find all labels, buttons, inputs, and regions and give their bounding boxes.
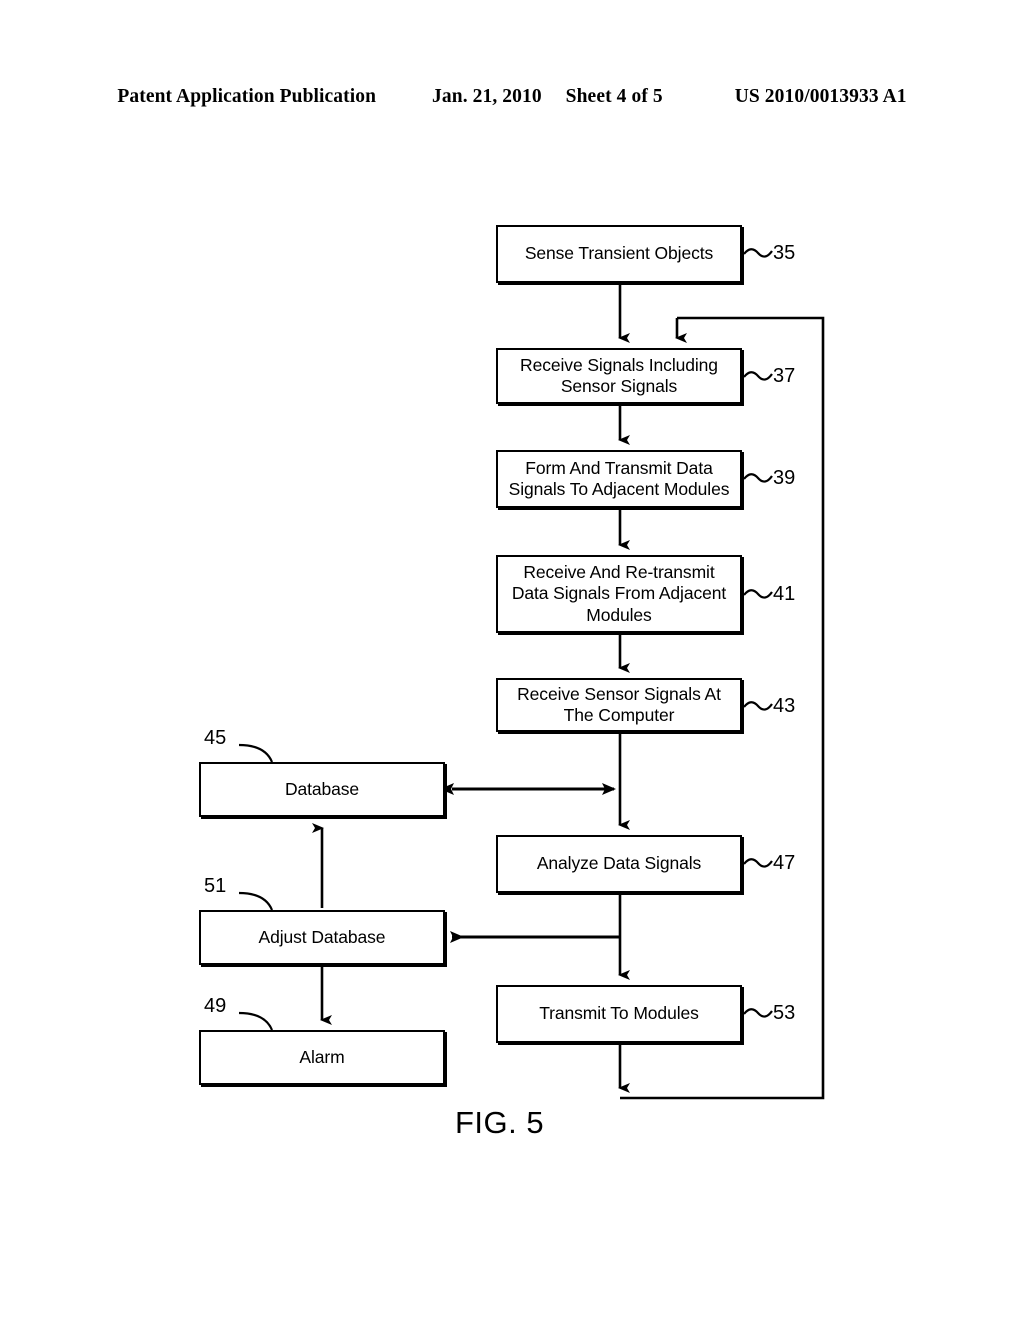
ref-numeral-35: 35 [773,242,796,264]
ref-numeral-49: 49 [204,995,227,1017]
flow-node-53-label: Transmit To Modules [539,1003,699,1024]
flow-node-35-label: Sense Transient Objects [524,243,714,264]
flow-node-41-label: Receive And Re-transmit Data Signals Fro… [511,561,727,625]
flow-node-43-label: Receive Sensor Signals At The Computer [517,683,721,725]
flow-node-35[interactable]: Sense Transient Objects [496,225,742,283]
flow-node-37[interactable]: Receive Signals Including Sensor Signals [496,348,742,404]
leader-41 [743,589,773,599]
leader-51 [238,891,274,911]
ref-numeral-37: 37 [773,365,796,387]
flow-node-47-label: Analyze Data Signals [536,853,702,874]
ref-numeral-53: 53 [773,1002,796,1024]
flow-node-37-label: Receive Signals Including Sensor Signals [520,354,718,396]
flow-node-49-label: Alarm [299,1046,345,1067]
flow-node-39[interactable]: Form And Transmit Data Signals To Adjace… [496,450,742,508]
ref-numeral-43: 43 [773,695,796,717]
flow-node-53[interactable]: Transmit To Modules [496,985,742,1043]
flow-node-47[interactable]: Analyze Data Signals [496,835,742,893]
leader-47 [743,858,773,868]
ref-numeral-41: 41 [773,583,796,605]
flow-node-51-label: Adjust Database [258,926,386,947]
ref-numeral-45: 45 [204,727,227,749]
leader-39 [743,473,773,483]
leader-35 [743,248,773,258]
flow-node-45-label: Database [284,778,360,799]
flow-node-49-alarm[interactable]: Alarm [199,1030,445,1085]
leader-37 [743,371,773,381]
figure-caption: FIG. 5 [455,1105,545,1140]
ref-numeral-51: 51 [204,875,227,897]
ref-numeral-47: 47 [773,852,796,874]
flow-node-51-adjust-database[interactable]: Adjust Database [199,910,445,965]
leader-43 [743,701,773,711]
leader-53 [743,1008,773,1018]
flow-node-41[interactable]: Receive And Re-transmit Data Signals Fro… [496,555,742,633]
leader-45 [238,743,274,763]
leader-49 [238,1011,274,1031]
flow-node-39-label: Form And Transmit Data Signals To Adjace… [508,457,730,499]
flow-node-45-database[interactable]: Database [199,762,445,817]
ref-numeral-39: 39 [773,467,796,489]
flow-node-43[interactable]: Receive Sensor Signals At The Computer [496,678,742,732]
